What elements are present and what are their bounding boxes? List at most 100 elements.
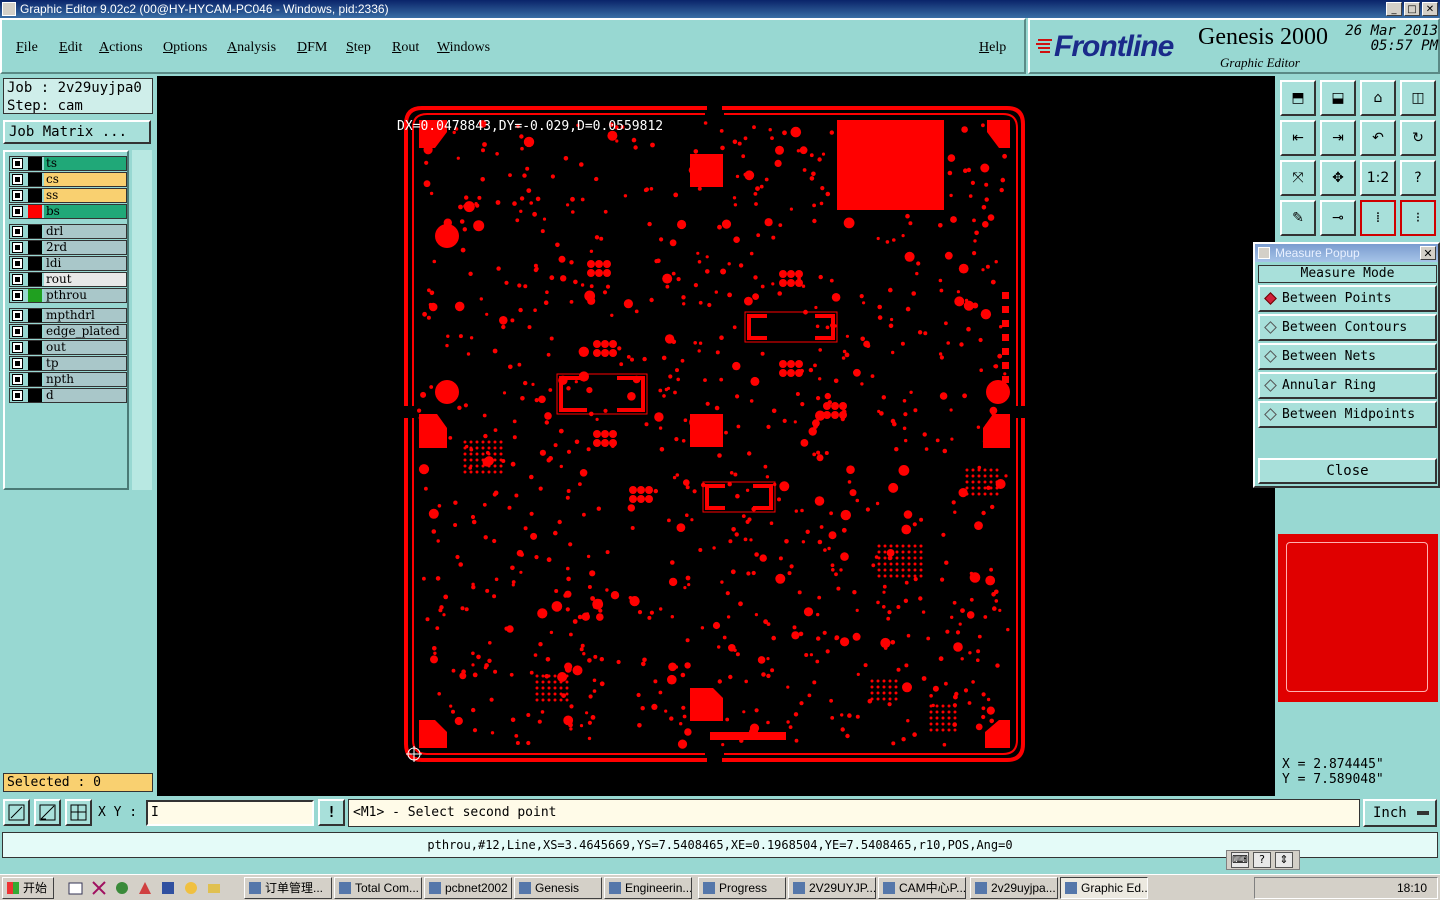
taskbar-item[interactable]: Total Com...: [334, 877, 422, 899]
layer-row-ldi[interactable]: ldi: [9, 256, 127, 271]
move-right-button[interactable]: ⇥: [1320, 120, 1356, 156]
layer-checkbox[interactable]: [12, 342, 23, 353]
layer-color-swatch[interactable]: [28, 257, 42, 270]
layer-color-swatch[interactable]: [28, 157, 42, 170]
layer-checkbox[interactable]: [12, 310, 23, 321]
taskbar-item[interactable]: 订单管理...: [244, 877, 332, 899]
layer-row-npth[interactable]: npth: [9, 372, 127, 387]
layer-row-pthrou[interactable]: pthrou: [9, 288, 127, 303]
maximize-icon[interactable]: □: [1404, 2, 1420, 16]
redraw-button[interactable]: ↻: [1400, 120, 1436, 156]
execute-button[interactable]: !: [318, 799, 345, 826]
quicklaunch-clock-icon[interactable]: [183, 880, 199, 896]
layer-row-ts[interactable]: ts: [9, 156, 127, 171]
help-icon[interactable]: ?: [1253, 852, 1271, 868]
net-tool-b-button[interactable]: ⁝: [1400, 200, 1436, 236]
layer-checkbox[interactable]: [12, 258, 23, 269]
popup-title-bar[interactable]: Measure Popup: [1255, 244, 1438, 262]
layer-color-swatch[interactable]: [28, 357, 42, 370]
snap-tool-button[interactable]: ⊸: [1320, 200, 1356, 236]
layer-color-swatch[interactable]: [28, 205, 42, 218]
layer-checkbox[interactable]: [12, 290, 23, 301]
start-button[interactable]: 开始: [2, 877, 54, 899]
option-between-midpoints[interactable]: Between Midpoints: [1258, 401, 1437, 428]
quicklaunch-browser-icon[interactable]: [114, 880, 130, 896]
grid-tool-button[interactable]: [65, 799, 92, 826]
layer-row-edge-plated[interactable]: edge_plated: [9, 324, 127, 339]
layer-color-swatch[interactable]: [28, 225, 42, 238]
undo-view-button[interactable]: ↶: [1360, 120, 1396, 156]
option-annular-ring[interactable]: Annular Ring: [1258, 372, 1437, 399]
layer-color-swatch[interactable]: [28, 341, 42, 354]
layer-row-ss[interactable]: ss: [9, 188, 127, 203]
layer-checkbox[interactable]: [12, 358, 23, 369]
quicklaunch-app-icon[interactable]: [137, 880, 153, 896]
layer-checkbox[interactable]: [12, 190, 23, 201]
taskbar-item[interactable]: CAM中心P...: [878, 877, 966, 899]
layer-row-out[interactable]: out: [9, 340, 127, 355]
zoom-fit-button[interactable]: ⤧: [1280, 160, 1316, 196]
layer-color-swatch[interactable]: [28, 273, 42, 286]
layer-row-mpthdrl[interactable]: mpthdrl: [9, 308, 127, 323]
menu-file[interactable]: File: [16, 40, 38, 56]
layer-checkbox[interactable]: [12, 242, 23, 253]
zoom-area-button[interactable]: [3, 799, 30, 826]
move-left-button[interactable]: ⇤: [1280, 120, 1316, 156]
help-button[interactable]: ?: [1400, 160, 1436, 196]
quicklaunch-folder-icon[interactable]: [206, 880, 222, 896]
taskbar-item[interactable]: Genesis: [514, 877, 602, 899]
option-between-contours[interactable]: Between Contours: [1258, 314, 1437, 341]
layer-row-cs[interactable]: cs: [9, 172, 127, 187]
layer-color-swatch[interactable]: [28, 289, 42, 302]
layer-color-swatch[interactable]: [28, 389, 42, 402]
layer-checkbox[interactable]: [12, 206, 23, 217]
layer-checkbox[interactable]: [12, 174, 23, 185]
zoom-center-button[interactable]: ✥: [1320, 160, 1356, 196]
layer-row-rout[interactable]: rout: [9, 272, 127, 287]
split-view-button[interactable]: ◫: [1400, 80, 1436, 116]
layer-color-swatch[interactable]: [28, 309, 42, 322]
zoom-one-to-one-button[interactable]: 1:2: [1360, 160, 1396, 196]
layer-row-d[interactable]: d: [9, 388, 127, 403]
taskbar-item[interactable]: 2V29UYJP...: [788, 877, 876, 899]
menu-help[interactable]: Help: [979, 40, 1006, 56]
taskbar-item[interactable]: 2v29uyjpa...: [970, 877, 1058, 899]
taskbar-item[interactable]: Progress: [698, 877, 786, 899]
layer-row-tp[interactable]: tp: [9, 356, 127, 371]
measure-tool-button[interactable]: [34, 799, 61, 826]
net-tool-a-button[interactable]: ⁞: [1360, 200, 1396, 236]
layer-checkbox[interactable]: [12, 226, 23, 237]
close-icon[interactable]: ✕: [1422, 2, 1438, 16]
layer-checkbox[interactable]: [12, 274, 23, 285]
menu-dfm[interactable]: DFM: [297, 40, 327, 56]
menu-step[interactable]: Step: [346, 40, 371, 56]
xy-input[interactable]: I: [146, 800, 314, 826]
layer-down-button[interactable]: ⬓: [1320, 80, 1356, 116]
menu-options[interactable]: Options: [163, 40, 207, 56]
layer-row-2rd[interactable]: 2rd: [9, 240, 127, 255]
taskbar-item[interactable]: pcbnet2002: [424, 877, 512, 899]
taskbar-item[interactable]: Graphic Ed...: [1060, 877, 1148, 899]
quicklaunch-close-icon[interactable]: [91, 880, 107, 896]
keyboard-icon[interactable]: ⌨: [1231, 852, 1249, 868]
layer-color-swatch[interactable]: [28, 173, 42, 186]
layer-color-swatch[interactable]: [28, 373, 42, 386]
layer-checkbox[interactable]: [12, 326, 23, 337]
layer-color-swatch[interactable]: [28, 189, 42, 202]
menu-edit[interactable]: Edit: [59, 40, 82, 56]
option-between-nets[interactable]: Between Nets: [1258, 343, 1437, 370]
layer-up-button[interactable]: ⬒: [1280, 80, 1316, 116]
popup-close-button[interactable]: Close: [1258, 458, 1437, 484]
layer-checkbox[interactable]: [12, 374, 23, 385]
menu-actions[interactable]: Actions: [99, 40, 143, 56]
minimize-icon[interactable]: _: [1386, 2, 1402, 16]
layer-checkbox[interactable]: [12, 390, 23, 401]
overview-map[interactable]: [1278, 534, 1438, 702]
taskbar-item[interactable]: Engineerin...: [604, 877, 692, 899]
layer-row-bs[interactable]: bs: [9, 204, 127, 219]
menu-analysis[interactable]: Analysis: [227, 40, 276, 56]
layer-color-swatch[interactable]: [28, 241, 42, 254]
job-matrix-button[interactable]: Job Matrix ...: [3, 120, 151, 144]
layer-list-scrollbar[interactable]: [132, 150, 152, 490]
unit-selector[interactable]: Inch: [1363, 799, 1437, 827]
